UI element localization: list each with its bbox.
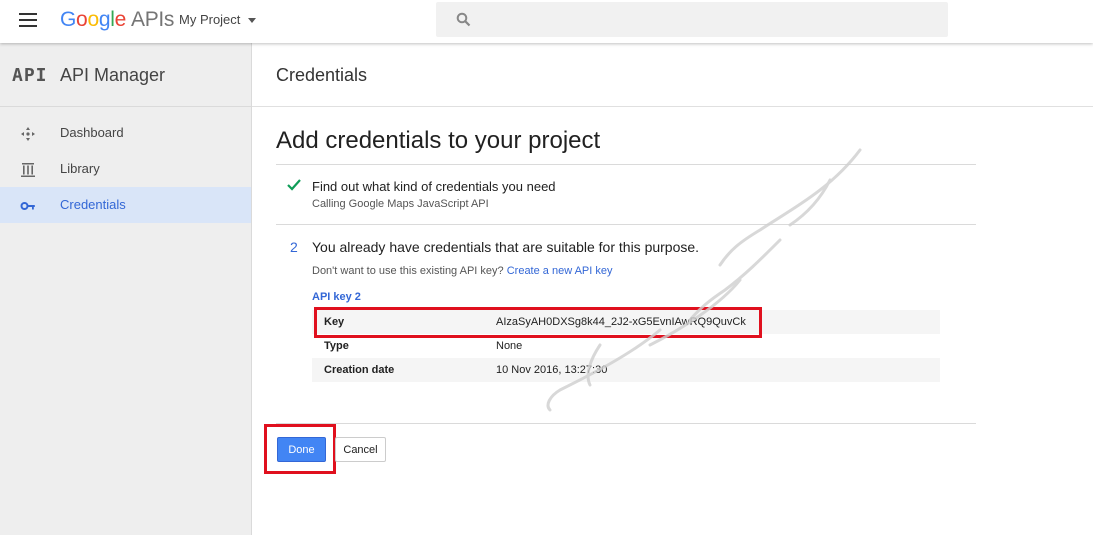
menu-icon[interactable] — [19, 13, 37, 27]
table-row: Creation date 10 Nov 2016, 13:27:30 — [312, 358, 940, 382]
creation-date-value: 10 Nov 2016, 13:27:30 — [496, 364, 608, 376]
google-apis-logo[interactable]: Google APIs — [60, 8, 174, 32]
creation-date-label: Creation date — [324, 364, 395, 376]
logo-letter: o — [87, 8, 99, 31]
sidebar-title: API Manager — [60, 65, 166, 85]
sidebar-item-label: Library — [60, 161, 100, 176]
search-icon — [456, 12, 471, 27]
key-label: Key — [324, 316, 345, 328]
page-header: Credentials — [252, 43, 1093, 107]
sidebar-item-label: Credentials — [60, 197, 126, 212]
create-new-key-link[interactable]: Create a new API key — [507, 265, 613, 277]
project-name: My Project — [179, 12, 241, 27]
sidebar-item-library[interactable]: Library — [0, 151, 251, 187]
top-bar: Google APIs My Project — [0, 0, 1093, 43]
logo-letter: o — [76, 8, 88, 31]
api-logo: API — [12, 65, 48, 86]
page-title: Credentials — [276, 65, 368, 85]
step1-title: Find out what kind of credentials you ne… — [312, 179, 556, 194]
type-value: None — [496, 340, 523, 352]
sidebar-item-credentials[interactable]: Credentials — [0, 187, 251, 223]
key-icon — [20, 202, 35, 210]
sidebar-item-label: Dashboard — [60, 125, 124, 140]
type-label: Type — [324, 340, 349, 352]
table-row: Key AIzaSyAH0DXSg8k44_2J2-xG5EvnIAwRQ9Qu… — [312, 310, 940, 334]
step2-title: You already have credentials that are su… — [312, 239, 700, 255]
search-input[interactable] — [436, 2, 948, 37]
table-row: Type None — [312, 334, 940, 358]
sidebar-header: API API Manager — [0, 43, 251, 107]
sidebar: API API Manager Dashboard Library Creden… — [0, 43, 252, 535]
checkmark-icon — [287, 179, 301, 191]
chevron-down-icon — [248, 18, 257, 24]
hint-text: Don't want to use this existing API key? — [312, 265, 504, 277]
project-selector[interactable]: My Project — [179, 12, 257, 27]
step2-hint: Don't want to use this existing API key?… — [312, 265, 613, 277]
logo-suffix: APIs — [130, 8, 175, 31]
logo-letter: g — [98, 8, 111, 31]
logo-letter: G — [60, 8, 77, 31]
done-button[interactable]: Done — [277, 437, 326, 462]
key-details-table: Key AIzaSyAH0DXSg8k44_2J2-xG5EvnIAwRQ9Qu… — [312, 310, 940, 382]
sidebar-nav: Dashboard Library Credentials — [0, 115, 251, 223]
step1-subtitle: Calling Google Maps JavaScript API — [312, 198, 489, 210]
dashboard-icon — [21, 127, 35, 141]
sidebar-item-dashboard[interactable]: Dashboard — [0, 115, 251, 151]
api-key-name[interactable]: API key 2 — [312, 291, 361, 303]
divider — [276, 423, 976, 424]
cancel-button[interactable]: Cancel — [335, 437, 386, 462]
logo-letter: e — [114, 8, 127, 31]
library-icon — [21, 163, 35, 177]
divider — [276, 164, 976, 165]
form-heading: Add credentials to your project — [276, 127, 601, 154]
divider — [276, 224, 976, 225]
step-number: 2 — [290, 239, 298, 255]
key-value[interactable]: AIzaSyAH0DXSg8k44_2J2-xG5EvnIAwRQ9QuvCk — [496, 310, 940, 334]
